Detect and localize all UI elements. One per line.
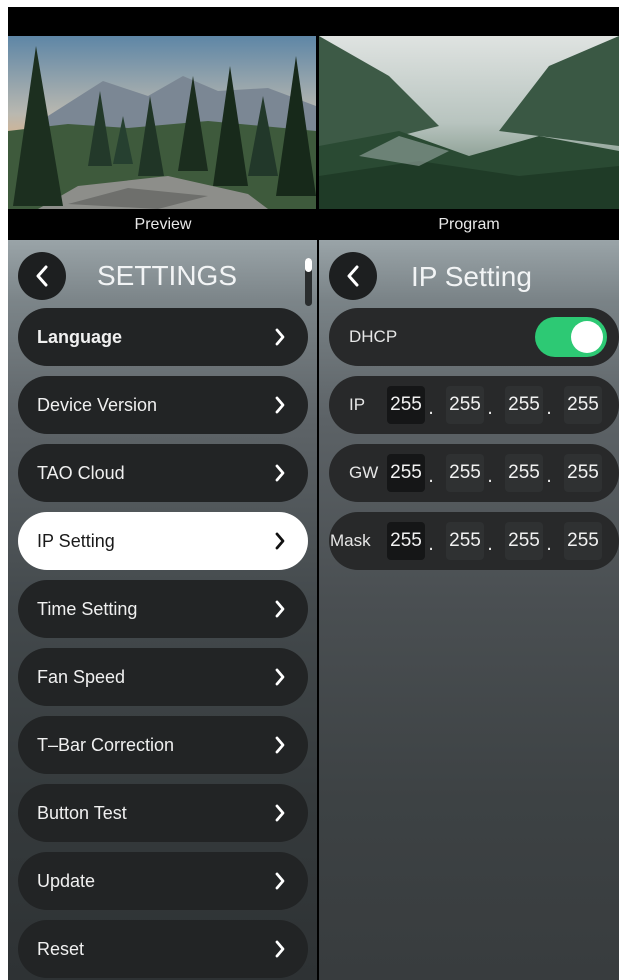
menu-item-label: TAO Cloud <box>37 462 125 483</box>
mask-octet-2[interactable]: 255 <box>446 522 484 560</box>
menu-item-label: Update <box>37 870 96 891</box>
gw-label: GW <box>349 463 379 482</box>
preview-image <box>8 36 316 209</box>
menu-item-label: IP Setting <box>37 530 115 551</box>
settings-panel: SETTINGS Language Device Version TAO Clo… <box>8 240 317 980</box>
program-label: Program <box>438 216 500 233</box>
octet-separator: . <box>487 465 493 487</box>
chevron-right-icon <box>275 804 285 822</box>
settings-item-time-setting[interactable]: Time Setting <box>18 580 308 638</box>
chevron-right-icon <box>275 668 285 686</box>
settings-item-ip-setting[interactable]: IP Setting <box>18 512 308 570</box>
mask-row: Mask 255 . 255 . 255 . 255 <box>329 512 619 570</box>
chevron-right-icon <box>275 940 285 958</box>
ip-octet-3[interactable]: 255 <box>505 386 543 424</box>
menu-item-label: Button Test <box>37 802 127 823</box>
settings-item-t-bar-correction[interactable]: T–Bar Correction <box>18 716 308 774</box>
menu-item-label: T–Bar Correction <box>37 734 175 755</box>
octet-separator: . <box>487 397 493 419</box>
gw-row: GW 255 . 255 . 255 . 255 <box>329 444 619 502</box>
menu-item-label: Fan Speed <box>37 666 126 687</box>
chevron-right-icon <box>275 532 285 550</box>
settings-item-tao-cloud[interactable]: TAO Cloud <box>18 444 308 502</box>
dhcp-label: DHCP <box>349 327 398 346</box>
ip-row: IP 255 . 255 . 255 . 255 <box>329 376 619 434</box>
settings-back-button[interactable] <box>18 252 66 300</box>
menu-item-label: Device Version <box>37 394 158 415</box>
ip-octet-4[interactable]: 255 <box>564 386 602 424</box>
dhcp-row: DHCP <box>329 308 619 366</box>
ip-setting-panel: IP Setting DHCP IP 255 . 255 . 255 . 255… <box>319 240 619 980</box>
dhcp-toggle[interactable] <box>535 317 607 357</box>
app-frame: Preview Program SETTINGS Language Device… <box>8 7 619 980</box>
octet-separator: . <box>428 397 434 419</box>
scrollbar-thumb[interactable] <box>305 258 312 272</box>
ip-label: IP <box>349 395 366 414</box>
chevron-right-icon <box>275 464 285 482</box>
mask-octet-4[interactable]: 255 <box>564 522 602 560</box>
chevron-right-icon <box>275 328 285 346</box>
octet-separator: . <box>428 533 434 555</box>
settings-item-language[interactable]: Language <box>18 308 308 366</box>
chevron-left-icon <box>36 265 48 287</box>
settings-title: SETTINGS <box>97 260 238 291</box>
octet-separator: . <box>546 465 552 487</box>
chevron-right-icon <box>275 396 285 414</box>
settings-item-button-test[interactable]: Button Test <box>18 784 308 842</box>
ip-setting-back-button[interactable] <box>329 252 377 300</box>
gw-octet-1[interactable]: 255 <box>387 454 425 492</box>
octet-separator: . <box>546 533 552 555</box>
settings-item-reset[interactable]: Reset <box>18 920 308 978</box>
settings-item-device-version[interactable]: Device Version <box>18 376 308 434</box>
chevron-right-icon <box>275 600 285 618</box>
program-image <box>319 36 619 209</box>
ip-octet-1[interactable]: 255 <box>387 386 425 424</box>
octet-separator: . <box>487 533 493 555</box>
octet-separator: . <box>428 465 434 487</box>
menu-item-label: Reset <box>37 938 85 959</box>
mask-label: Mask <box>330 531 371 550</box>
mask-octet-1[interactable]: 255 <box>387 522 425 560</box>
preview-label: Preview <box>134 216 192 233</box>
settings-item-fan-speed[interactable]: Fan Speed <box>18 648 308 706</box>
ip-setting-title: IP Setting <box>411 261 532 292</box>
chevron-right-icon <box>275 736 285 754</box>
octet-separator: . <box>546 397 552 419</box>
gw-octet-3[interactable]: 255 <box>505 454 543 492</box>
chevron-right-icon <box>275 872 285 890</box>
gw-octet-4[interactable]: 255 <box>564 454 602 492</box>
gw-octet-2[interactable]: 255 <box>446 454 484 492</box>
chevron-left-icon <box>347 265 359 287</box>
mask-octet-3[interactable]: 255 <box>505 522 543 560</box>
menu-item-label: Time Setting <box>37 598 138 619</box>
ip-octet-2[interactable]: 255 <box>446 386 484 424</box>
settings-item-update[interactable]: Update <box>18 852 308 910</box>
menu-item-label: Language <box>37 326 123 347</box>
toggle-knob <box>571 321 603 353</box>
